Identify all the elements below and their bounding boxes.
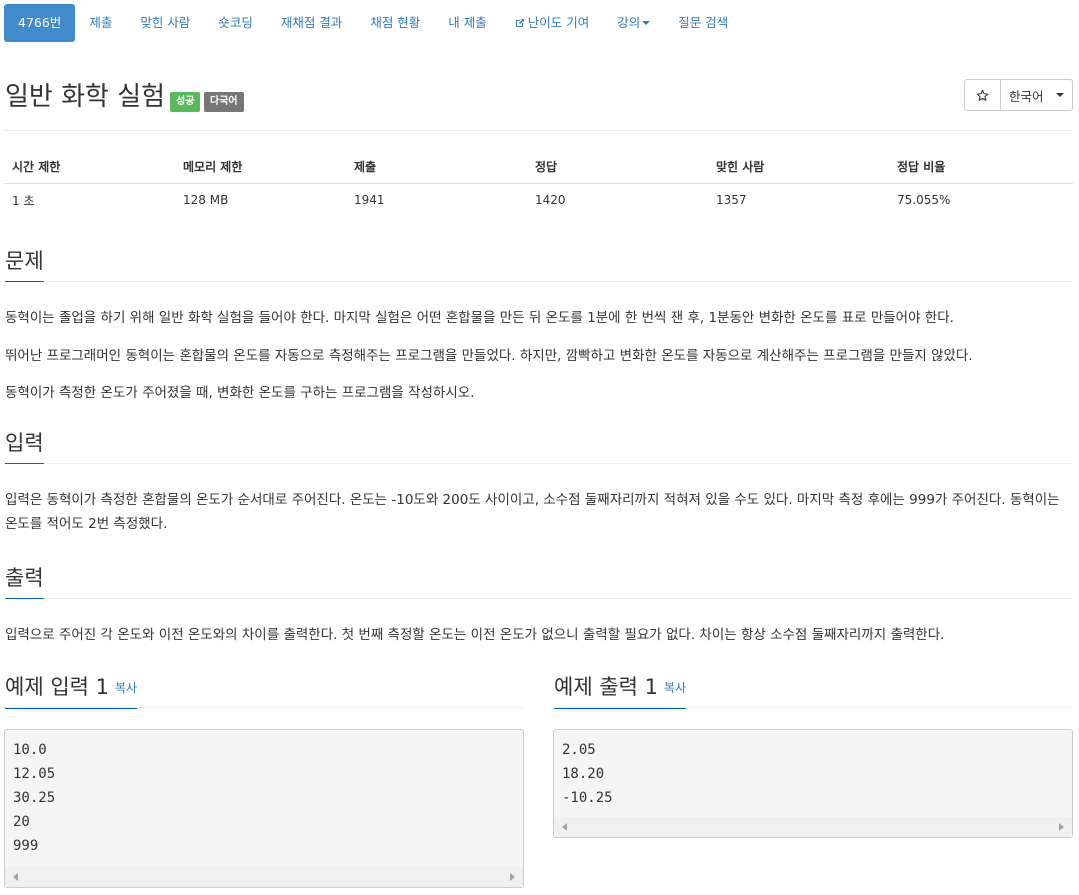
language-select-label: 한국어 bbox=[1009, 88, 1044, 104]
info-submissions: 1941 bbox=[354, 193, 385, 207]
language-select[interactable]: 한국어 bbox=[1001, 79, 1073, 111]
description-section-header: 문제 bbox=[4, 247, 1073, 282]
info-ratio: 75.055% bbox=[897, 193, 951, 207]
tab-lecture-label: 강의 bbox=[617, 15, 641, 30]
info-time-limit: 1 초 bbox=[12, 193, 35, 208]
description-paragraph-1: 동혁이는 졸업을 하기 위해 일반 화학 실험을 들어야 한다. 마지막 실험은… bbox=[5, 310, 954, 326]
tab-solved-users[interactable]: 맞힌 사람 bbox=[126, 4, 204, 42]
info-header-row: 시간 제한 메모리 제한 제출 정답 맞힌 사람 정답 비율 bbox=[4, 150, 1073, 184]
sample-output-header: 예제 출력 1 복사 bbox=[553, 673, 1073, 709]
title-divider bbox=[4, 130, 1073, 131]
description-paragraph-3: 동혁이가 측정한 온도가 주어졌을 때, 변화한 온도를 구하는 프로그램을 작… bbox=[5, 385, 475, 401]
sample-input-line: 999 bbox=[13, 838, 39, 854]
favorite-button[interactable] bbox=[964, 79, 1001, 111]
sample-input-line: 30.25 bbox=[13, 790, 56, 806]
problem-actions: 한국어 bbox=[964, 79, 1073, 111]
caret-down-icon bbox=[642, 21, 651, 25]
sample-input-title: 예제 입력 1 bbox=[5, 675, 109, 699]
tab-problem[interactable]: 4766번 bbox=[4, 4, 76, 42]
external-link-icon bbox=[515, 19, 524, 27]
info-header-accepted: 정답 bbox=[527, 150, 708, 184]
tab-my-submissions[interactable]: 내 제출 bbox=[434, 4, 500, 42]
info-header-time-limit: 시간 제한 bbox=[4, 150, 175, 184]
tab-difficulty-label: 난이도 기여 bbox=[527, 15, 590, 30]
sample-input-heading: 예제 입력 1 복사 bbox=[5, 673, 138, 709]
scroll-left-icon[interactable] bbox=[562, 823, 567, 831]
sample-output-title: 예제 출력 1 bbox=[554, 675, 658, 699]
description-heading: 문제 bbox=[5, 247, 44, 282]
input-description: 입력은 동혁이가 측정한 혼합물의 온도가 순서대로 주어진다. 온도는 -10… bbox=[5, 492, 1060, 532]
sample-input-line: 10.0 bbox=[13, 742, 47, 758]
sample-input-line: 20 bbox=[13, 814, 30, 830]
copy-sample-output-button[interactable]: 복사 bbox=[664, 681, 686, 695]
output-description: 입력으로 주어진 각 온도와 이전 온도와의 차이를 출력한다. 첫 번째 측정… bbox=[5, 627, 945, 643]
status-badge-success: 성공 bbox=[170, 92, 201, 112]
sample-output-heading: 예제 출력 1 복사 bbox=[554, 673, 687, 709]
status-badge-multilang: 다국어 bbox=[204, 92, 244, 112]
info-header-solved-users: 맞힌 사람 bbox=[708, 150, 889, 184]
sample-input-header: 예제 입력 1 복사 bbox=[4, 673, 523, 709]
input-heading: 입력 bbox=[5, 429, 44, 464]
info-solved-users: 1357 bbox=[716, 193, 747, 207]
tab-question-search[interactable]: 질문 검색 bbox=[664, 4, 742, 42]
copy-sample-input-button[interactable]: 복사 bbox=[115, 681, 137, 695]
chevron-down-icon bbox=[1056, 93, 1064, 97]
scroll-right-icon[interactable] bbox=[510, 873, 515, 881]
info-value-row: 1 초 128 MB 1941 1420 1357 75.055% bbox=[4, 184, 1073, 217]
description-paragraph-2: 뛰어난 프로그래머인 동혁이는 혼합물의 온도를 자동으로 측정해주는 프로그램… bbox=[5, 348, 973, 364]
tab-rejudge-result[interactable]: 재채점 결과 bbox=[267, 4, 356, 42]
info-header-submissions: 제출 bbox=[346, 150, 527, 184]
output-section-header: 출력 bbox=[4, 564, 1073, 599]
sample-output-box[interactable]: 2.05 18.20 -10.25 bbox=[553, 729, 1073, 838]
tab-submit[interactable]: 제출 bbox=[75, 4, 126, 42]
problem-title: 일반 화학 실험 bbox=[5, 82, 166, 112]
horizontal-scrollbar[interactable] bbox=[554, 817, 1072, 837]
sample-output-line: 2.05 bbox=[562, 742, 596, 758]
scroll-left-icon[interactable] bbox=[13, 873, 18, 881]
tab-lecture[interactable]: 강의 bbox=[603, 4, 664, 42]
sample-input-line: 12.05 bbox=[13, 766, 56, 782]
problem-info-table: 시간 제한 메모리 제한 제출 정답 맞힌 사람 정답 비율 1 초 128 M… bbox=[4, 150, 1073, 216]
sample-output-line: -10.25 bbox=[562, 790, 613, 806]
output-heading: 출력 bbox=[5, 564, 44, 599]
input-section-header: 입력 bbox=[4, 429, 1073, 464]
sample-output-line: 18.20 bbox=[562, 766, 605, 782]
tab-status[interactable]: 채점 현황 bbox=[356, 4, 434, 42]
info-header-ratio: 정답 비율 bbox=[889, 150, 1073, 184]
info-accepted: 1420 bbox=[535, 193, 566, 207]
sample-input-box[interactable]: 10.0 12.05 30.25 20 999 bbox=[4, 729, 524, 888]
tab-short-coding[interactable]: 숏코딩 bbox=[204, 4, 267, 42]
horizontal-scrollbar[interactable] bbox=[5, 867, 523, 887]
info-memory-limit: 128 MB bbox=[183, 193, 229, 207]
scroll-right-icon[interactable] bbox=[1059, 823, 1064, 831]
tab-difficulty-contribution[interactable]: 난이도 기여 bbox=[501, 4, 603, 42]
info-header-memory-limit: 메모리 제한 bbox=[175, 150, 346, 184]
problem-nav: 4766번 제출 맞힌 사람 숏코딩 재채점 결과 채점 현황 내 제출 난이도… bbox=[4, 4, 742, 42]
star-icon bbox=[976, 89, 989, 101]
